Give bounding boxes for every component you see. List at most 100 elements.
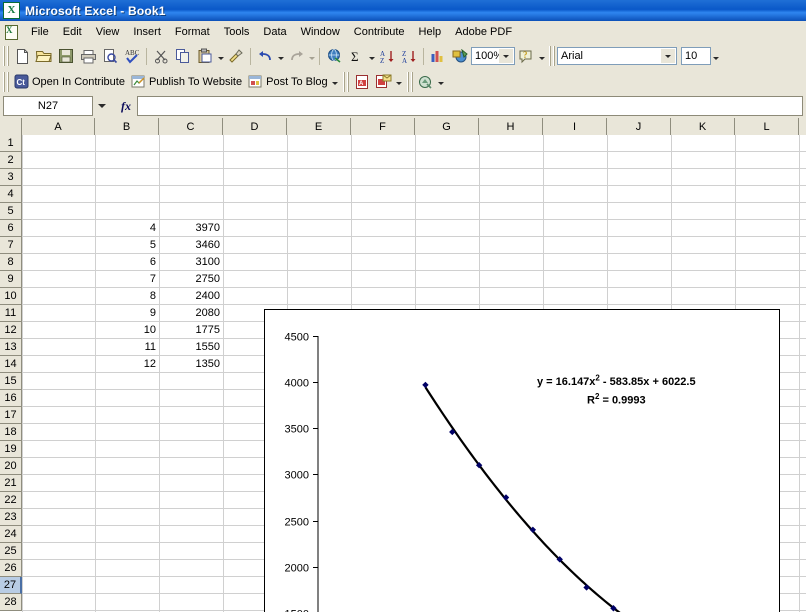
- formula-input[interactable]: [137, 96, 803, 116]
- cell-C10[interactable]: 2400: [159, 288, 223, 304]
- cut-scissors-icon[interactable]: [150, 45, 172, 67]
- zoom-combobox[interactable]: 100%: [471, 47, 515, 65]
- column-header-C[interactable]: C: [159, 118, 223, 135]
- redo-icon[interactable]: [285, 45, 307, 67]
- row-header-5[interactable]: 5: [0, 203, 22, 220]
- cell-C9[interactable]: 2750: [159, 271, 223, 287]
- cell-B8[interactable]: 6: [95, 254, 159, 270]
- font-name-combobox[interactable]: Arial: [557, 47, 677, 65]
- formatting-toolbar-grip[interactable]: [548, 46, 555, 66]
- new-document-icon[interactable]: [11, 45, 33, 67]
- cell-B10[interactable]: 8: [95, 288, 159, 304]
- embedded-chart[interactable]: 1000150020002500300035004000450002468101…: [264, 309, 780, 612]
- pdf-toolbar-grip[interactable]: [342, 72, 349, 92]
- acrobat-dropdown-icon[interactable]: [437, 71, 446, 93]
- undo-dropdown-icon[interactable]: [276, 45, 285, 67]
- autosum-icon[interactable]: Σ: [345, 45, 367, 67]
- row-header-9[interactable]: 9: [0, 271, 22, 288]
- column-header-E[interactable]: E: [287, 118, 351, 135]
- menu-tools[interactable]: Tools: [217, 23, 257, 41]
- toolbar-grip[interactable]: [2, 46, 9, 66]
- row-header-1[interactable]: 1: [0, 135, 22, 152]
- print-icon[interactable]: [77, 45, 99, 67]
- autosum-dropdown-icon[interactable]: [367, 45, 376, 67]
- convert-to-pdf-icon[interactable]: A: [351, 71, 373, 93]
- row-header-8[interactable]: 8: [0, 254, 22, 271]
- menu-help[interactable]: Help: [412, 23, 449, 41]
- column-header-D[interactable]: D: [223, 118, 287, 135]
- cell-B7[interactable]: 5: [95, 237, 159, 253]
- name-box[interactable]: N27: [3, 96, 93, 116]
- contribute-overflow-icon[interactable]: [331, 71, 340, 93]
- cell-B6[interactable]: 4: [95, 220, 159, 236]
- save-disk-icon[interactable]: [55, 45, 77, 67]
- insert-hyperlink-icon[interactable]: [323, 45, 345, 67]
- row-header-20[interactable]: 20: [0, 458, 22, 475]
- row-header-16[interactable]: 16: [0, 390, 22, 407]
- menu-insert[interactable]: Insert: [126, 23, 168, 41]
- row-header-24[interactable]: 24: [0, 526, 22, 543]
- row-header-19[interactable]: 19: [0, 441, 22, 458]
- insert-function-icon[interactable]: fx: [121, 99, 131, 114]
- zoom-dropdown-icon[interactable]: [499, 49, 513, 63]
- menu-view[interactable]: View: [89, 23, 127, 41]
- copy-icon[interactable]: [172, 45, 194, 67]
- acrobat-comments-icon[interactable]: [415, 71, 437, 93]
- row-header-17[interactable]: 17: [0, 407, 22, 424]
- sort-ascending-icon[interactable]: AZ: [376, 45, 398, 67]
- pdf-dropdown-icon[interactable]: [395, 71, 404, 93]
- sort-descending-icon[interactable]: ZA: [398, 45, 420, 67]
- cell-area[interactable]: 4397053460631007275082400920801017751115…: [22, 135, 806, 612]
- cell-B14[interactable]: 12: [95, 356, 159, 372]
- column-header-H[interactable]: H: [479, 118, 543, 135]
- cell-C14[interactable]: 1350: [159, 356, 223, 372]
- name-box-dropdown-icon[interactable]: [94, 97, 110, 115]
- row-header-28[interactable]: 28: [0, 594, 22, 611]
- menu-window[interactable]: Window: [294, 23, 347, 41]
- column-header-B[interactable]: B: [95, 118, 159, 135]
- cell-C12[interactable]: 1775: [159, 322, 223, 338]
- row-header-2[interactable]: 2: [0, 152, 22, 169]
- data-point-marker[interactable]: [583, 584, 589, 590]
- row-header-12[interactable]: 12: [0, 322, 22, 339]
- row-header-18[interactable]: 18: [0, 424, 22, 441]
- paste-dropdown-icon[interactable]: [216, 45, 225, 67]
- open-folder-icon[interactable]: [33, 45, 55, 67]
- row-header-7[interactable]: 7: [0, 237, 22, 254]
- cell-B9[interactable]: 7: [95, 271, 159, 287]
- menu-adobe-pdf[interactable]: Adobe PDF: [448, 23, 519, 41]
- column-header-I[interactable]: I: [543, 118, 607, 135]
- row-header-6[interactable]: 6: [0, 220, 22, 237]
- select-all-corner[interactable]: [0, 118, 22, 135]
- publish-to-website-button[interactable]: Publish To Website: [128, 71, 245, 92]
- acrobat-toolbar-grip[interactable]: [406, 72, 413, 92]
- format-painter-icon[interactable]: [225, 45, 247, 67]
- row-header-10[interactable]: 10: [0, 288, 22, 305]
- row-header-13[interactable]: 13: [0, 339, 22, 356]
- print-preview-icon[interactable]: [99, 45, 121, 67]
- cell-C6[interactable]: 3970: [159, 220, 223, 236]
- column-header-J[interactable]: J: [607, 118, 671, 135]
- column-header-G[interactable]: G: [415, 118, 479, 135]
- menu-format[interactable]: Format: [168, 23, 217, 41]
- help-assistant-icon[interactable]: ?: [515, 45, 537, 67]
- cell-C7[interactable]: 3460: [159, 237, 223, 253]
- row-header-3[interactable]: 3: [0, 169, 22, 186]
- row-header-25[interactable]: 25: [0, 543, 22, 560]
- column-header-K[interactable]: K: [671, 118, 735, 135]
- row-header-14[interactable]: 14: [0, 356, 22, 373]
- convert-and-email-pdf-icon[interactable]: [373, 71, 395, 93]
- redo-dropdown-icon[interactable]: [307, 45, 316, 67]
- row-header-4[interactable]: 4: [0, 186, 22, 203]
- row-header-26[interactable]: 26: [0, 560, 22, 577]
- row-header-23[interactable]: 23: [0, 509, 22, 526]
- cell-B12[interactable]: 10: [95, 322, 159, 338]
- trendline-path[interactable]: [425, 387, 640, 612]
- open-in-contribute-button[interactable]: Ct Open In Contribute: [11, 71, 128, 92]
- cell-C8[interactable]: 3100: [159, 254, 223, 270]
- row-header-11[interactable]: 11: [0, 305, 22, 322]
- row-header-27[interactable]: 27: [0, 577, 22, 594]
- data-point-marker[interactable]: [422, 382, 428, 388]
- font-name-dropdown-icon[interactable]: [661, 49, 675, 63]
- row-header-22[interactable]: 22: [0, 492, 22, 509]
